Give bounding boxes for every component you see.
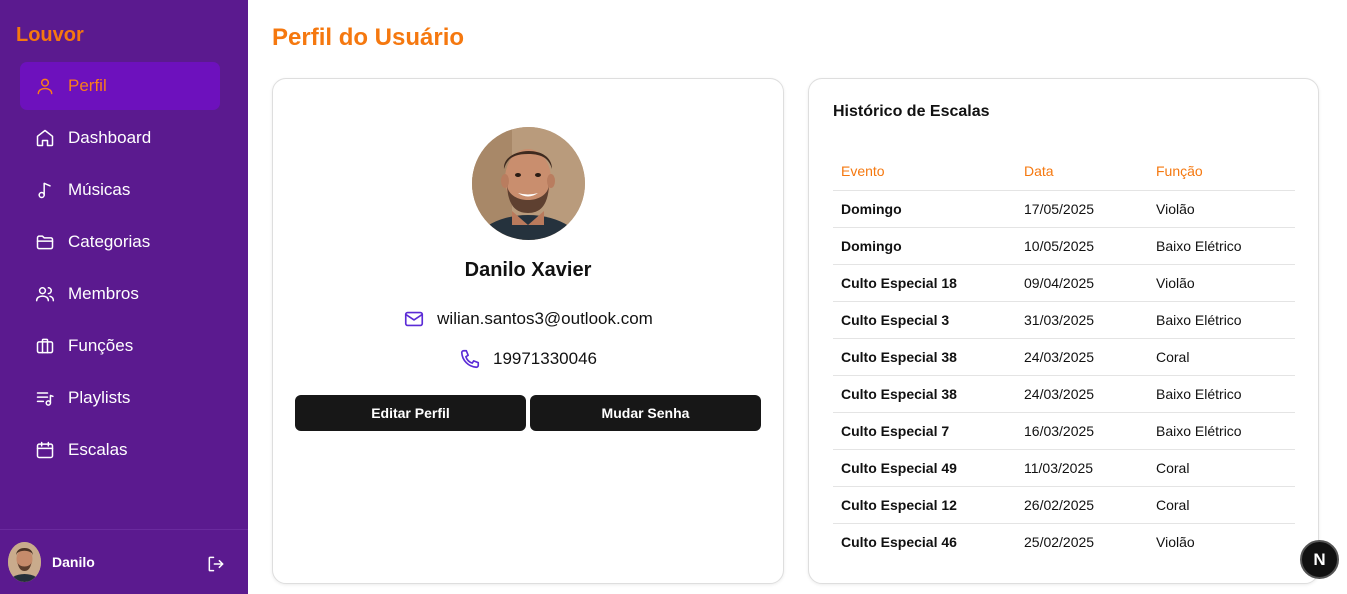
cell-data: 25/02/2025: [1024, 533, 1095, 550]
profile-email: wilian.santos3@outlook.com: [437, 309, 653, 328]
change-password-button[interactable]: Mudar Senha: [530, 395, 761, 431]
user-icon: [34, 75, 56, 97]
sidebar-item-playlists[interactable]: Playlists: [20, 374, 220, 422]
logout-icon[interactable]: [206, 554, 226, 574]
cell-evento: Domingo: [833, 227, 1016, 265]
profile-card: Danilo Xavier wilian.santos3@outlook.com…: [272, 78, 784, 584]
cell-funcao: Coral: [1148, 449, 1295, 487]
cell-evento: Domingo: [833, 190, 1016, 228]
folder-icon: [34, 231, 56, 253]
cell-evento: Culto Especial 49: [833, 449, 1016, 487]
sidebar-item-dashboard[interactable]: Dashboard: [20, 114, 220, 162]
table-row: Domingo 17/05/2025 Violão: [833, 190, 1295, 228]
cell-evento: Culto Especial 46: [841, 533, 957, 550]
cell-data: 31/03/2025: [1016, 301, 1148, 339]
sidebar-item-musicas[interactable]: Músicas: [20, 166, 220, 214]
cell-funcao: Coral: [1148, 486, 1295, 524]
history-table: Evento Data Função Domingo 17/05/2025 Viol…: [833, 152, 1295, 560]
table-header-row: Evento Data Função: [833, 152, 1295, 191]
cell-data: 17/05/2025: [1016, 190, 1148, 228]
sidebar-item-categorias[interactable]: Categorias: [20, 218, 220, 266]
table-row: Culto Especial 38 24/03/2025 Coral: [833, 338, 1295, 376]
profile-name: Danilo Xavier: [464, 259, 592, 281]
cell-funcao: Coral: [1148, 338, 1295, 376]
table-row: Culto Especial 38 24/03/2025 Baixo Elétric…: [833, 375, 1295, 413]
history-title: Histórico de Escalas: [833, 103, 990, 120]
cell-data: 26/02/2025: [1016, 486, 1148, 524]
table-row: Culto Especial 3 31/03/2025 Baixo Elétrico: [833, 301, 1295, 339]
cell-data: 16/03/2025: [1016, 412, 1148, 450]
user-name: Danilo: [52, 554, 95, 570]
profile-avatar: [472, 127, 585, 240]
sidebar-nav: Perfil Dashboard Músicas Categorias Memb…: [20, 62, 220, 478]
email-row: wilian.santos3@outlook.com: [273, 308, 783, 330]
history-card: Histórico de Escalas Evento Data Função …: [808, 78, 1319, 584]
sidebar-item-perfil[interactable]: Perfil: [20, 62, 220, 110]
edit-profile-button[interactable]: Editar Perfil: [295, 395, 526, 431]
cell-data: 10/05/2025: [1016, 227, 1148, 265]
sidebar-item-label: Escalas: [68, 440, 128, 459]
calendar-icon: [34, 439, 56, 461]
column-header-evento: Evento: [833, 152, 1016, 191]
music-note-icon: [34, 179, 56, 201]
table-row: Domingo 10/05/2025 Baixo Elétrico: [833, 227, 1295, 265]
cell-data: 11/03/2025: [1016, 449, 1148, 487]
users-icon: [34, 283, 56, 305]
page-title: Perfil do Usuário: [272, 24, 465, 51]
cell-evento: Culto Especial 38: [833, 338, 1016, 376]
home-icon: [34, 127, 56, 149]
cell-evento: Culto Especial 12: [833, 486, 1016, 524]
column-header-data: Data: [1016, 152, 1148, 191]
brand-logo[interactable]: Louvor: [16, 24, 84, 47]
phone-row: 19971330046: [273, 348, 783, 370]
mail-icon: [403, 308, 425, 330]
sidebar: Louvor Perfil Dashboard Músicas Categori…: [0, 0, 248, 594]
table-row: Culto Especial 49 11/03/2025 Coral: [833, 449, 1295, 487]
sidebar-item-label: Membros: [68, 284, 139, 303]
cell-evento: Culto Especial 7: [833, 412, 1016, 450]
cell-evento: Culto Especial 38: [833, 375, 1016, 413]
cell-funcao: Baixo Elétrico: [1148, 412, 1295, 450]
table-row: Culto Especial 7 16/03/2025 Baixo Elétrico: [833, 412, 1295, 450]
column-header-funcao: Função: [1148, 152, 1295, 191]
sidebar-item-label: Perfil: [68, 76, 107, 95]
sidebar-item-label: Funções: [68, 336, 134, 355]
cell-funcao: Baixo Elétrico: [1148, 375, 1295, 413]
table-row: Culto Especial 46 25/02/2025 Violão: [833, 523, 1295, 560]
cell-data: 24/03/2025: [1016, 338, 1148, 376]
cell-evento: Culto Especial 3: [833, 301, 1016, 339]
sidebar-item-funcoes[interactable]: Funções: [20, 322, 220, 370]
sidebar-item-label: Playlists: [68, 388, 131, 407]
cell-funcao: Baixo Elétrico: [1148, 301, 1295, 339]
cell-funcao: Violão: [1156, 533, 1195, 550]
cell-data: 09/04/2025: [1016, 264, 1148, 302]
sidebar-item-label: Dashboard: [68, 128, 152, 147]
sidebar-user: Danilo: [0, 529, 248, 594]
briefcase-icon: [34, 335, 56, 357]
sidebar-item-label: Músicas: [68, 180, 131, 199]
cell-funcao: Baixo Elétrico: [1148, 227, 1295, 265]
nextjs-badge[interactable]: N: [1300, 540, 1339, 579]
sidebar-item-escalas[interactable]: Escalas: [20, 426, 220, 474]
profile-phone: 19971330046: [492, 349, 597, 368]
phone-icon: [459, 348, 481, 370]
playlist-icon: [34, 387, 56, 409]
sidebar-item-label: Categorias: [68, 232, 151, 251]
avatar[interactable]: [8, 542, 41, 582]
sidebar-item-membros[interactable]: Membros: [20, 270, 220, 318]
table-row: Culto Especial 18 09/04/2025 Violão: [833, 264, 1295, 302]
table-row: Culto Especial 12 26/02/2025 Coral: [833, 486, 1295, 524]
cell-funcao: Violão: [1148, 190, 1295, 228]
cell-funcao: Violão: [1148, 264, 1295, 302]
cell-data: 24/03/2025: [1016, 375, 1148, 413]
cell-evento: Culto Especial 18: [833, 264, 1016, 302]
